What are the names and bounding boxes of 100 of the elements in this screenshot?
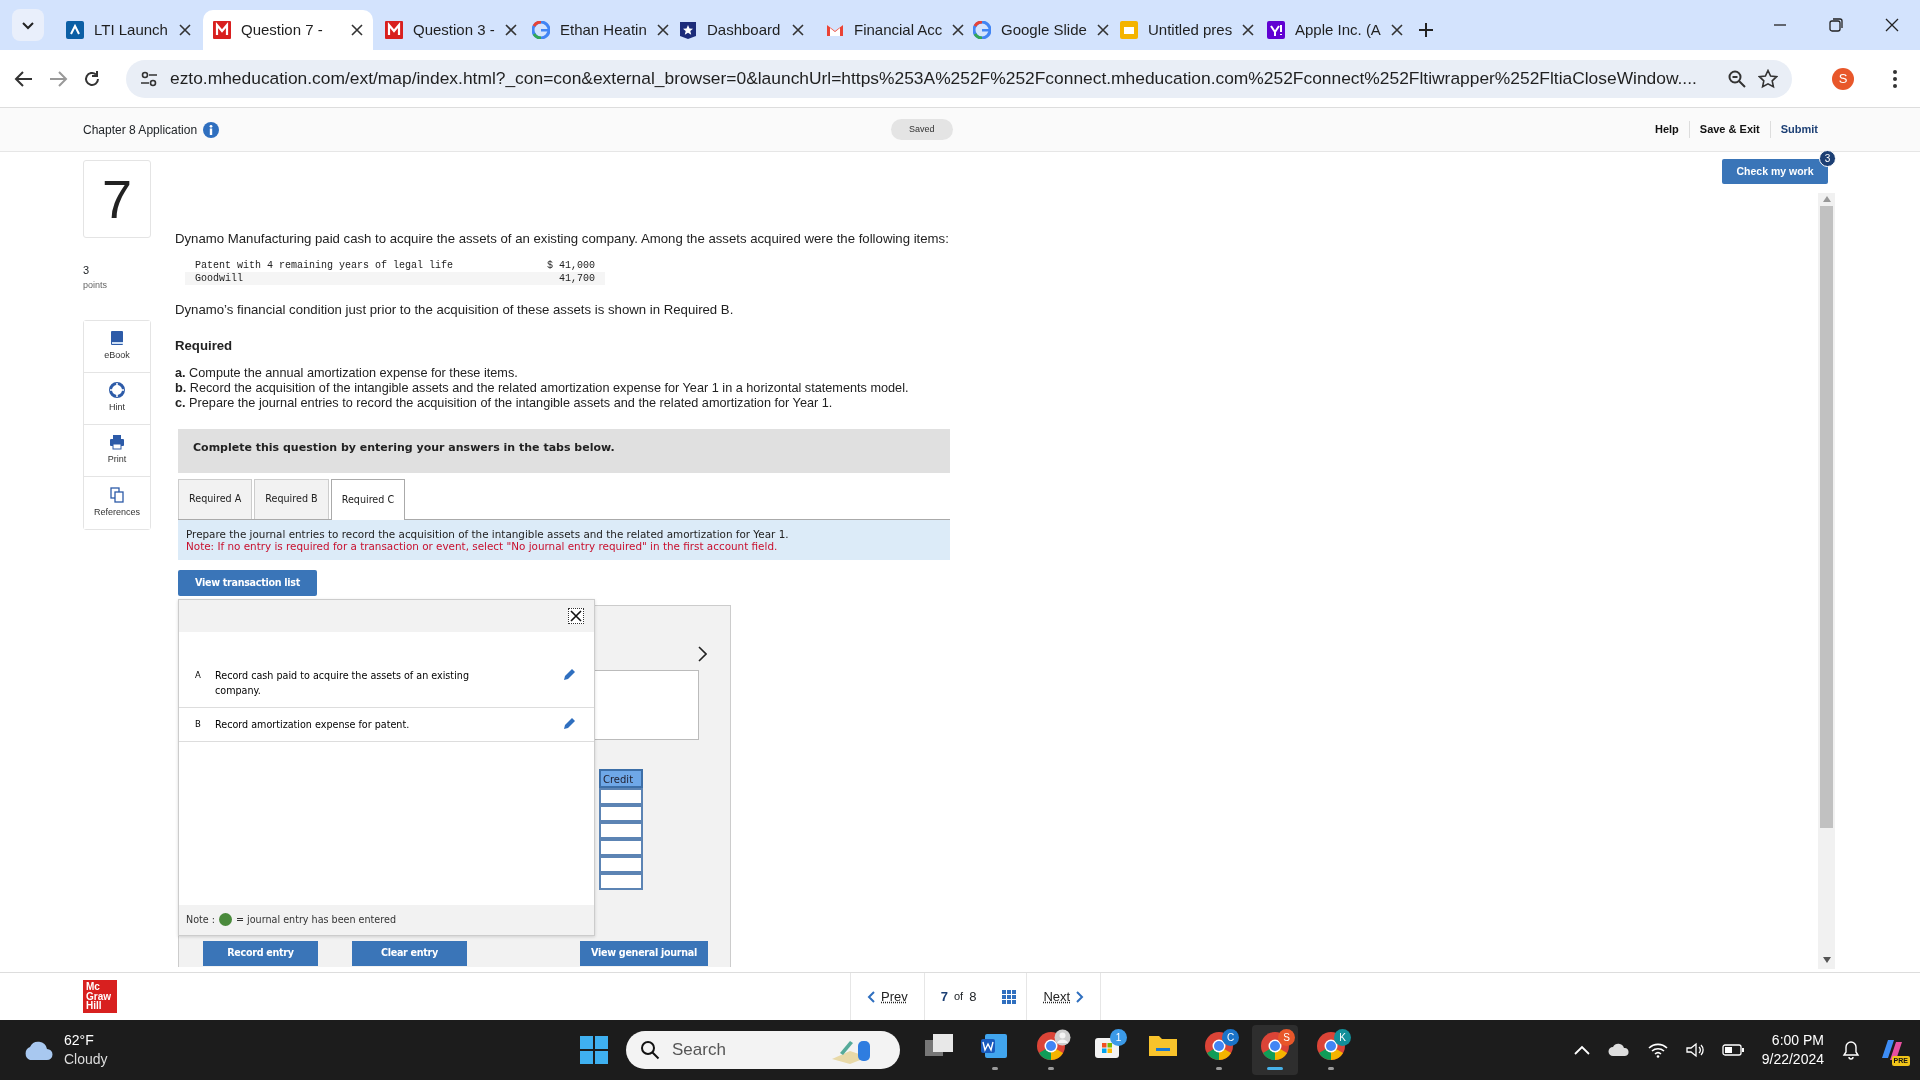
pencil-icon[interactable] [562,716,576,731]
header-link[interactable]: Submit [1769,121,1828,138]
cloud-icon[interactable] [1607,1043,1630,1057]
answer-tab[interactable]: Required C [330,479,406,520]
journal-button[interactable]: Clear entry [352,940,467,966]
browser-tab[interactable]: Dashboard [669,10,814,50]
temperature: 62°F [64,1031,95,1050]
tab-search-icon[interactable] [12,9,44,41]
browser-tab[interactable]: Apple Inc. (A [1257,10,1402,50]
menu-icon[interactable] [1892,68,1898,89]
browser-tab[interactable]: Google Slide [963,10,1108,50]
header-link[interactable]: Help [1644,121,1689,138]
view-transaction-list-button[interactable]: View transaction list [178,569,317,596]
entered-dot-icon [219,913,232,927]
windows-start-icon[interactable] [580,1036,608,1064]
header-link[interactable]: Save & Exit [1688,121,1770,138]
close-icon[interactable] [1096,24,1109,36]
taskbar-app[interactable]: K [1308,1025,1354,1075]
publisher-logo: Mc Graw Hill [83,980,117,1013]
scrollbar[interactable] [1818,193,1835,970]
saved-status: Saved [891,118,953,141]
app-badge: C [1222,1029,1239,1046]
close-icon[interactable] [952,24,965,36]
grid-icon [1002,989,1017,1004]
points-value: 3 [83,263,91,278]
note-text: Note: If no entry is required for a transaction or event, select "No journal entry required" in the first account field. [186,539,779,552]
search-input[interactable]: Search [670,1036,820,1064]
star-icon[interactable] [1758,68,1778,89]
scroll-down-icon[interactable] [1822,957,1831,964]
clock[interactable]: 6:00 PM 9/22/2024 [1761,1031,1824,1069]
app-badge: S [1278,1029,1295,1046]
browser-tab[interactable]: Question 3 - [375,10,520,50]
wifi-icon[interactable] [1647,1042,1668,1058]
current-page: 7 [940,987,948,1006]
close-icon[interactable] [1884,17,1900,33]
asset-name: Goodwill [195,271,244,285]
asset-name: Patent with 4 remaining years of legal life [195,258,455,272]
close-icon[interactable] [792,24,804,36]
browser-tab[interactable]: Untitled pres [1110,10,1255,50]
close-button[interactable] [568,607,584,624]
site-settings-icon[interactable] [140,69,158,88]
site-icon [385,21,403,39]
close-icon[interactable] [179,24,191,36]
taskbar-app[interactable]: C [1196,1025,1242,1075]
chevron-up-icon[interactable] [1573,1045,1590,1055]
battery-icon[interactable] [1721,1044,1744,1056]
printer-icon [109,434,125,451]
asset-amount: 41,700 [559,271,595,285]
info-icon[interactable] [203,121,220,138]
instruction-text: Prepare the journal entries to record the acquisition of the intangible assets and the related amortization for Year 1. [186,527,790,540]
assignment-title: Chapter 8 Application [83,121,198,139]
star-icon [679,21,697,39]
back-icon[interactable] [14,68,34,89]
chevron-left-icon [867,990,875,1003]
close-icon [570,609,582,622]
scrollbar-thumb[interactable] [1820,206,1833,829]
profile-avatar[interactable]: S [1832,67,1854,90]
reload-icon[interactable] [82,68,102,89]
journal-button[interactable]: Record entry [203,940,318,966]
site-icon [1267,21,1285,39]
google-icon [532,21,550,39]
close-icon[interactable] [1390,24,1403,36]
transaction-item[interactable]: A Record cash paid to acquire the assets of an existing company. [179,658,594,708]
pencil-icon[interactable] [562,667,576,682]
close-icon[interactable] [351,24,363,36]
new-tab-icon[interactable] [1418,22,1434,38]
volume-icon[interactable] [1685,1042,1704,1058]
page-total: 8 [969,987,977,1006]
close-icon[interactable] [1242,24,1255,36]
requirement-text: b. Record the acquisition of the intangible assets and the related amortization expense for Year 1 in a horizontal statements model. [175,381,910,397]
browser-tab[interactable]: LTI Launch [56,10,201,50]
google-icon [973,21,991,39]
close-icon[interactable] [504,24,517,36]
journal-button[interactable]: View general journal [580,940,708,966]
zoom-icon[interactable] [1728,69,1746,88]
address-bar[interactable]: ezto.mheducation.com/ext/map/index.html?_con=con&external_browser=0&launchUrl=https%253A%252F%252Fconnect.mheducation.com%252Fconnect%252Fltiwrapper%252FltiaCloseWindow.... [126,59,1792,98]
chevron-right-icon [1076,990,1085,1003]
browser-tab[interactable]: Financial Acc [816,10,961,50]
site-icon [213,21,231,39]
taskbar-search-field[interactable]: Search [626,1031,900,1069]
answer-tab[interactable]: Required A [178,479,253,519]
lifebuoy-icon [109,382,125,399]
search-icon [640,1040,660,1060]
transaction-item[interactable]: B Record amortization expense for patent. [179,707,594,742]
chevron-right-icon[interactable] [697,645,707,662]
taskbar-app[interactable]: S [1252,1025,1298,1075]
requirement-text: a. Compute the annual amortization expense for these items. [175,366,519,382]
forward-icon[interactable] [48,68,68,89]
bell-icon[interactable] [1842,1040,1860,1060]
question-text: Dynamo Manufacturing paid cash to acquire the assets of an existing company. Among the assets acquired were the following items: [175,230,950,248]
app-badge: K [1334,1029,1351,1046]
documents-icon [109,486,125,503]
answer-tab[interactable]: Required B [254,479,329,519]
restore-icon[interactable] [1828,17,1844,33]
close-icon[interactable] [656,24,669,36]
browser-tab[interactable]: Ethan Heatin [522,10,667,50]
book-icon [109,330,125,347]
browser-tab[interactable]: Question 7 - [203,10,373,50]
slides-icon [1120,21,1138,39]
tool-button[interactable]: eBook [84,321,150,373]
